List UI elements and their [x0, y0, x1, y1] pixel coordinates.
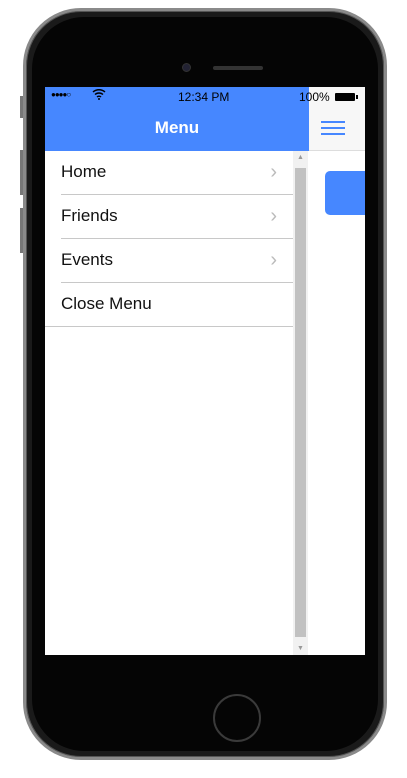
scroll-up-arrow-icon[interactable]: ▲ — [293, 154, 308, 161]
hamburger-menu-icon[interactable] — [321, 121, 345, 135]
chevron-right-icon: › — [270, 249, 277, 271]
menu-item-home[interactable]: Home › — [45, 151, 293, 195]
menu-title: Menu — [45, 105, 309, 151]
chevron-right-icon: › — [270, 205, 277, 227]
battery-percent: 100% — [299, 90, 330, 104]
menu-item-events[interactable]: Events › — [45, 239, 293, 283]
battery-icon — [335, 93, 358, 101]
wifi-icon — [92, 88, 106, 103]
content-button[interactable] — [325, 171, 365, 215]
home-button[interactable] — [213, 694, 261, 742]
screen: Menu Home › Friends › Events › Close Menu ▲… — [45, 87, 365, 655]
chevron-right-icon: › — [270, 161, 277, 183]
menu-item-friends[interactable]: Friends › — [45, 195, 293, 239]
status-time: 12:34 PM — [178, 90, 230, 104]
menu-item-label: Close Menu — [61, 294, 152, 313]
speaker — [213, 66, 263, 70]
main-header — [309, 105, 365, 151]
signal-icon: ●●●●○ — [51, 90, 71, 99]
scroll-down-arrow-icon[interactable]: ▼ — [293, 645, 308, 652]
status-bar: ●●●●○ 12:34 PM 100% — [45, 87, 365, 105]
camera-icon — [182, 63, 191, 72]
scrollbar[interactable]: ▲ ▼ — [293, 151, 308, 655]
menu-item-close-menu[interactable]: Close Menu — [45, 283, 293, 327]
menu-list: Home › Friends › Events › Close Menu — [45, 151, 293, 327]
menu-item-label: Friends — [61, 206, 118, 225]
menu-item-label: Home — [61, 162, 107, 181]
side-menu: Menu Home › Friends › Events › Close Menu ▲… — [45, 87, 309, 655]
scrollbar-thumb[interactable] — [295, 168, 306, 637]
menu-item-label: Events — [61, 250, 113, 269]
main-content — [309, 87, 365, 655]
